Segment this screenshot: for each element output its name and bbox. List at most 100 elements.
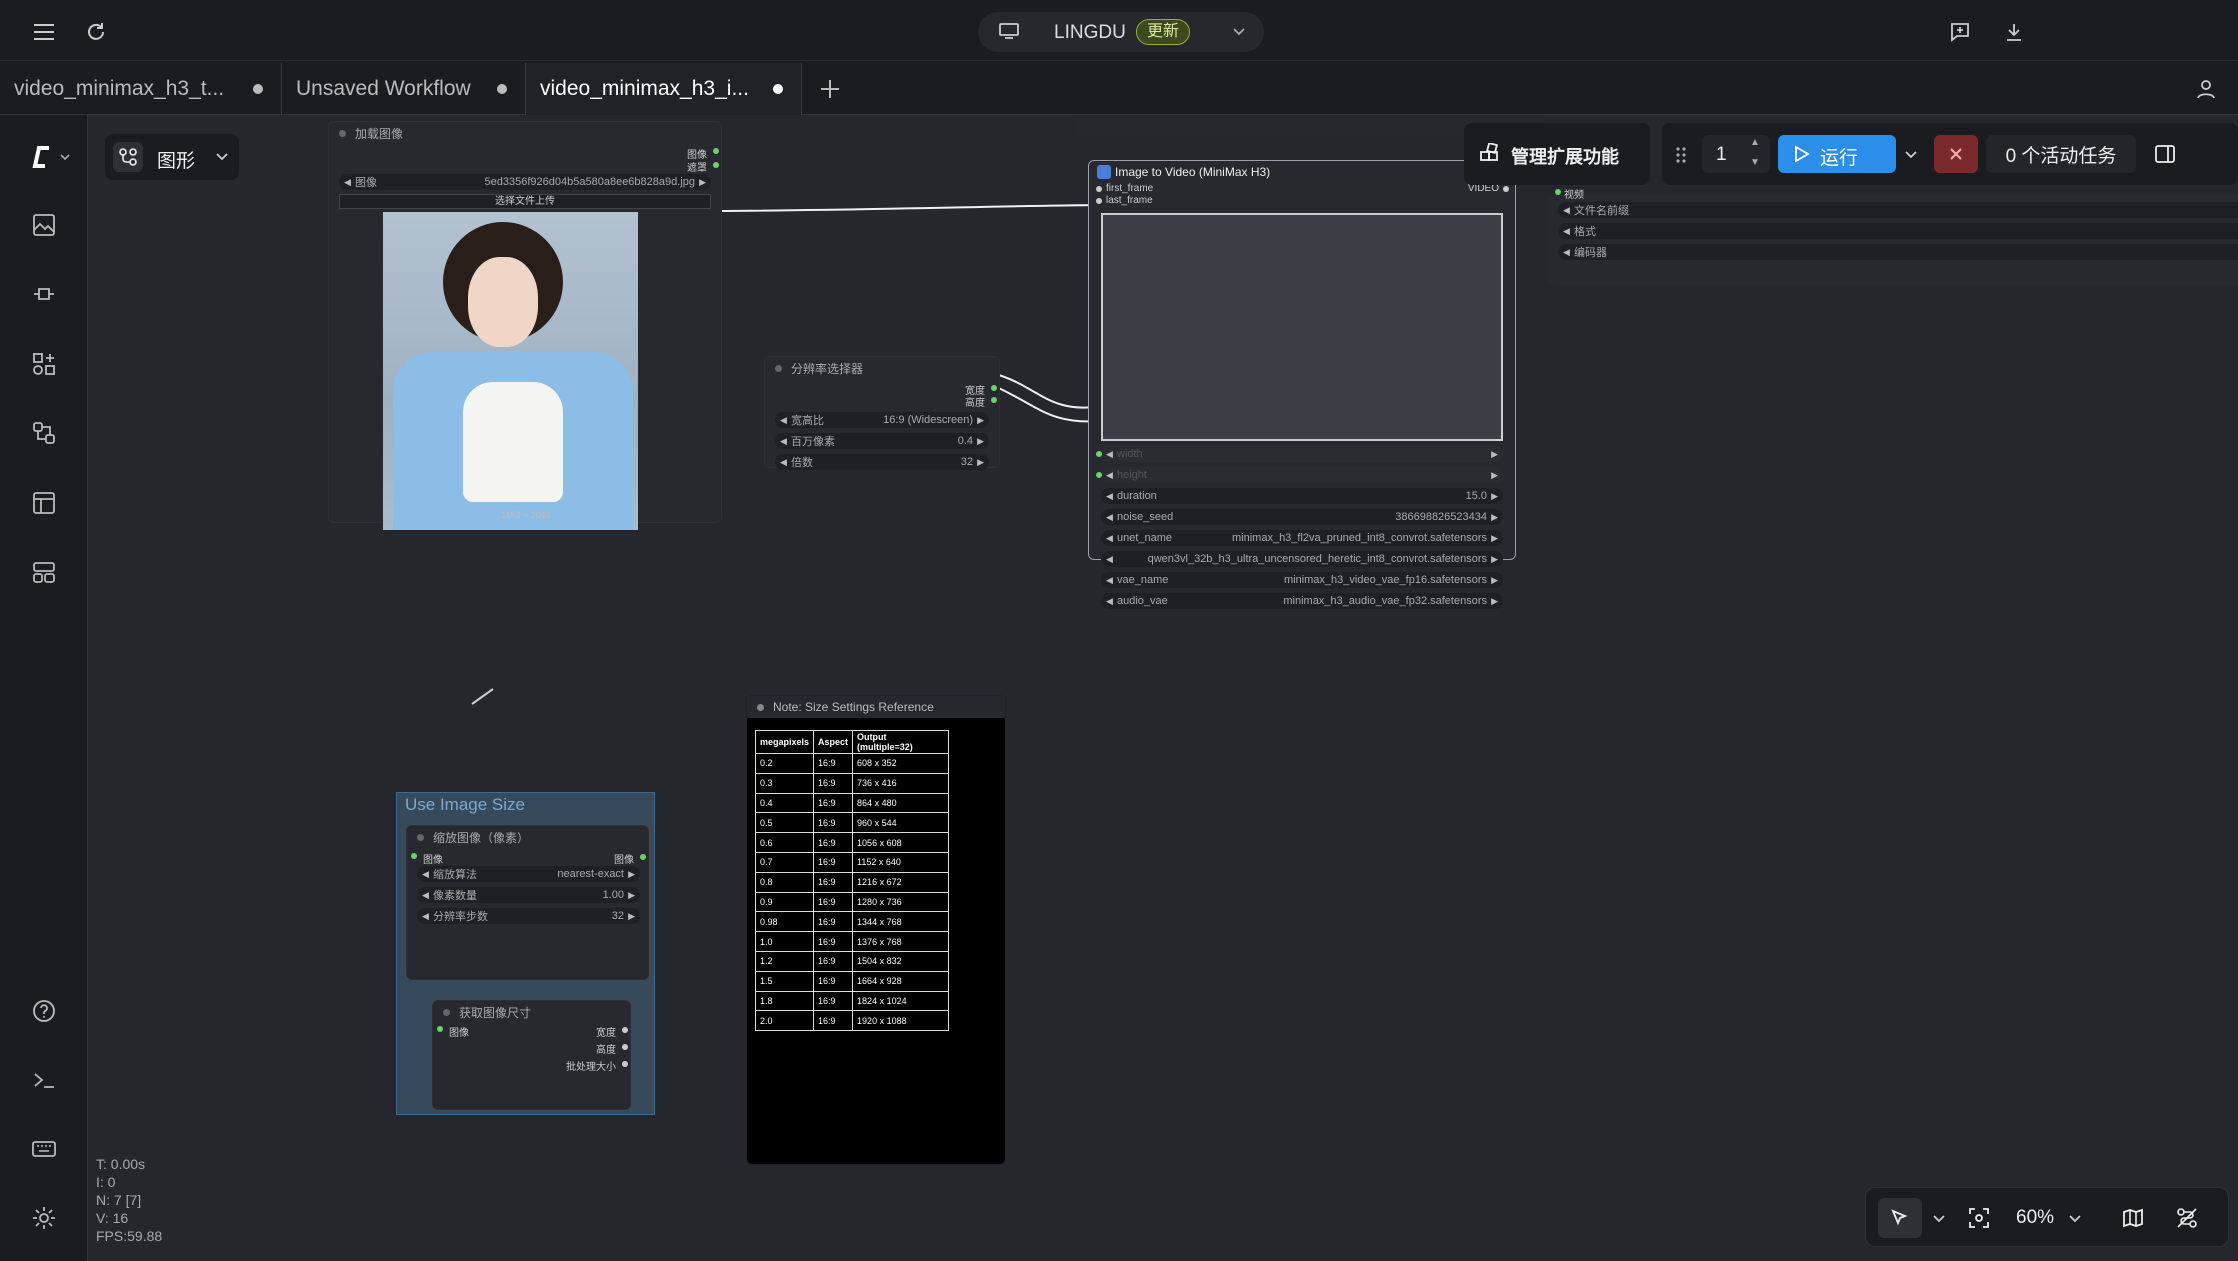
user-icon[interactable] bbox=[2190, 73, 2222, 105]
table-cell: 0.3 bbox=[754, 772, 815, 794]
image-assets-icon[interactable] bbox=[28, 209, 60, 241]
tab-workflow-1[interactable]: video_minimax_h3_t... bbox=[0, 63, 282, 115]
table-header: Aspect bbox=[813, 730, 854, 754]
image-to-video-node[interactable]: Image to Video (MiniMax H3) first_frame … bbox=[1088, 160, 1516, 609]
megapixels-widget[interactable]: 百万像素 0.4 bbox=[775, 433, 989, 449]
hide-links-icon[interactable] bbox=[2176, 1207, 2198, 1234]
decrement-icon[interactable]: ▼ bbox=[1750, 157, 1760, 168]
scale-method-widget[interactable]: 缩放算法 nearest-exact bbox=[417, 866, 640, 882]
add-tab-icon[interactable] bbox=[814, 73, 846, 105]
noise-seed-widget[interactable]: noise_seed 386698826523434 bbox=[1101, 509, 1503, 525]
output-batch-port[interactable] bbox=[622, 1061, 628, 1067]
format-widget[interactable]: 格式 bbox=[1558, 223, 2238, 239]
stat-v: V: 16 bbox=[96, 1210, 129, 1226]
settings-gear-icon[interactable] bbox=[28, 1202, 60, 1234]
update-badge[interactable]: 更新 bbox=[1136, 19, 1191, 45]
tab-workflow-2[interactable]: Unsaved Workflow bbox=[282, 63, 526, 115]
table-cell: 960 x 544 bbox=[852, 812, 950, 834]
select-tool-button[interactable] bbox=[1878, 1198, 1922, 1238]
output-height-port[interactable] bbox=[991, 397, 997, 403]
graph-canvas[interactable]: 图形 加载图像 图像 遮罩 图像 5ed3356f926d04b5a580a8e… bbox=[88, 115, 2238, 1261]
duration-widget[interactable]: duration 15.0 bbox=[1101, 488, 1503, 504]
widget-label: 百万像素 bbox=[791, 436, 835, 448]
keyboard-icon[interactable] bbox=[28, 1133, 60, 1165]
drag-handle-icon[interactable] bbox=[1674, 145, 1688, 170]
input-last-frame-port[interactable] bbox=[1096, 198, 1102, 204]
upload-button[interactable]: 选择文件上传 bbox=[339, 194, 711, 209]
size-reference-note[interactable]: Note: Size Settings Reference megapixels… bbox=[746, 695, 1006, 1165]
output-width-port[interactable] bbox=[991, 385, 997, 391]
unet-name-widget[interactable]: unet_name minimax_h3_fl2va_pruned_int8_co… bbox=[1101, 530, 1503, 546]
input-first-frame-port[interactable] bbox=[1096, 186, 1102, 192]
toggle-panel-icon[interactable] bbox=[2154, 143, 2176, 170]
input-video-port[interactable] bbox=[1555, 189, 1561, 195]
vae-name-widget[interactable]: vae_name minimax_h3_video_vae_fp16.safete… bbox=[1101, 572, 1503, 588]
minimap-icon[interactable] bbox=[2122, 1207, 2144, 1234]
codec-widget[interactable]: 编码器 bbox=[1558, 244, 2238, 260]
table-cell: 0.9 bbox=[754, 891, 815, 913]
height-input[interactable]: height bbox=[1101, 467, 1503, 483]
output-video-port[interactable] bbox=[1503, 186, 1509, 192]
feedback-icon[interactable] bbox=[1944, 16, 1976, 48]
cancel-run-button[interactable] bbox=[1934, 135, 1978, 173]
output-height-port[interactable] bbox=[622, 1044, 628, 1050]
megapixels-widget[interactable]: 像素数量 1.00 bbox=[417, 887, 640, 903]
resolution-selector-node[interactable]: 分辨率选择器 宽度 高度 宽高比16:9 (Widescreen) 百万像素0.… bbox=[764, 356, 1000, 470]
zoom-level[interactable]: 60% bbox=[2016, 1207, 2054, 1229]
output-image-port[interactable] bbox=[640, 854, 646, 860]
image-select-widget[interactable]: 图像 5ed3356f926d04b5a580a8ee6b828a9d.jpg bbox=[339, 174, 711, 190]
table-cell: 0.2 bbox=[754, 753, 815, 774]
unsaved-dot-icon bbox=[253, 84, 263, 94]
zoom-chevron-icon[interactable] bbox=[2068, 1211, 2082, 1230]
render-stats: T: 0.00s I: 0 N: 7 [7] V: 16 FPS:59.88 bbox=[96, 1155, 162, 1245]
download-icon[interactable] bbox=[1998, 16, 2030, 48]
audio-vae-widget[interactable]: audio_vae minimax_h3_audio_vae_fp32.safet… bbox=[1101, 593, 1503, 609]
active-tasks-button[interactable]: 0 个活动任务 bbox=[1986, 135, 2136, 173]
width-input[interactable]: width bbox=[1101, 446, 1503, 462]
output-mask-port[interactable] bbox=[713, 162, 719, 168]
aspect-ratio-widget[interactable]: 宽高比 16:9 (Widescreen) bbox=[775, 412, 989, 428]
filename-prefix-widget[interactable]: 文件名前缀 bbox=[1558, 202, 2238, 218]
help-icon[interactable] bbox=[28, 995, 60, 1027]
output-image-port[interactable] bbox=[713, 148, 719, 154]
run-options-chevron-icon[interactable] bbox=[1904, 147, 1918, 166]
multiple-widget[interactable]: 倍数 32 bbox=[775, 454, 989, 470]
widget-label: 分辨率步数 bbox=[433, 911, 488, 923]
increment-icon[interactable]: ▲ bbox=[1750, 137, 1760, 148]
scale-image-node[interactable]: 缩放图像（像素） 图像 图像 缩放算法 nearest-exact 像素数量 1.0… bbox=[406, 825, 649, 980]
group-title: Use Image Size bbox=[405, 795, 525, 814]
input-width-port[interactable] bbox=[1096, 451, 1102, 457]
run-button[interactable]: 运行 bbox=[1778, 135, 1896, 173]
nodes-library-icon[interactable] bbox=[28, 278, 60, 310]
note-title-bar: Note: Size Settings Reference bbox=[747, 696, 1005, 718]
batch-count-input[interactable]: 1 ▲ ▼ bbox=[1702, 135, 1770, 173]
workspace-selector[interactable]: LINGDU 更新 bbox=[978, 12, 1264, 52]
tab-label: Unsaved Workflow bbox=[296, 77, 471, 100]
fit-view-icon[interactable] bbox=[1968, 1207, 1990, 1234]
save-video-node[interactable]: 视频 文件名前缀 格式 编码器 bbox=[1548, 189, 2238, 285]
output-width-port[interactable] bbox=[622, 1027, 628, 1033]
input-image-port[interactable] bbox=[437, 1026, 443, 1032]
input-image-port[interactable] bbox=[411, 853, 417, 859]
templates-icon[interactable] bbox=[28, 487, 60, 519]
resolution-steps-widget[interactable]: 分辨率步数 32 bbox=[417, 908, 640, 924]
clip-name-widget[interactable]: qwen3vl_32b_h3_ultra_uncensored_heretic_… bbox=[1101, 551, 1503, 567]
portrait-top bbox=[463, 382, 563, 502]
tool-chevron-icon[interactable] bbox=[1932, 1211, 1946, 1230]
logo-icon[interactable] bbox=[26, 141, 76, 173]
load-image-node[interactable]: 加载图像 图像 遮罩 图像 5ed3356f926d04b5a580a8ee6b… bbox=[328, 121, 722, 530]
tab-workflow-3[interactable]: video_minimax_h3_i... bbox=[526, 63, 802, 115]
workspace-name: LINGDU bbox=[1054, 22, 1126, 43]
chevron-down-icon[interactable] bbox=[1232, 24, 1246, 43]
terminal-icon[interactable] bbox=[28, 1064, 60, 1096]
input-height-port[interactable] bbox=[1096, 472, 1102, 478]
get-image-size-node[interactable]: 获取图像尺寸 图像 宽度 高度 批处理大小 bbox=[432, 1000, 631, 1110]
layout-icon[interactable] bbox=[28, 556, 60, 588]
models-icon[interactable] bbox=[28, 348, 60, 380]
widget-value: 5ed3356f926d04b5a580a8ee6b828a9d.jpg bbox=[484, 176, 695, 188]
collapse-dot-icon[interactable] bbox=[757, 704, 764, 711]
menu-icon[interactable] bbox=[28, 16, 60, 48]
workflows-icon[interactable] bbox=[28, 417, 60, 449]
manage-extensions-button[interactable]: 管理扩展功能 bbox=[1464, 123, 1650, 185]
refresh-icon[interactable] bbox=[80, 16, 112, 48]
